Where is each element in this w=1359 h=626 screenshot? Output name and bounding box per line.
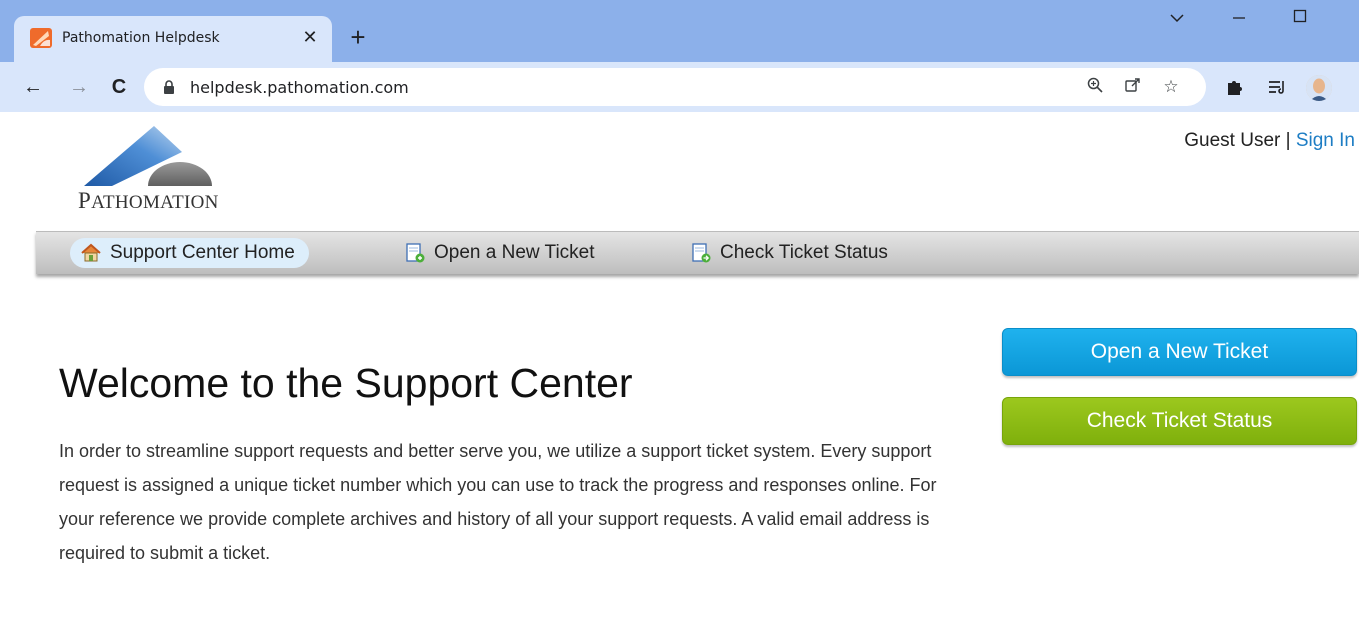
share-icon[interactable] (1122, 76, 1144, 98)
separator: | (1285, 130, 1291, 151)
star-icon[interactable]: ☆ (1160, 76, 1182, 98)
home-icon (80, 243, 102, 263)
ticket-status-icon (690, 243, 712, 263)
intro-paragraph: In order to streamline support requests … (59, 441, 937, 563)
extensions-icon[interactable] (1222, 74, 1248, 100)
open-new-ticket-button[interactable]: Open a New Ticket (1002, 328, 1357, 376)
nav-label: Support Center Home (110, 242, 295, 263)
profile-avatar[interactable] (1306, 75, 1332, 101)
main-nav: Support Center Home Open a New Ticket Ch… (36, 231, 1359, 274)
logo-wordmark: PATHOMATION (78, 188, 219, 213)
back-icon[interactable]: ← (20, 74, 46, 100)
reading-list-icon[interactable] (1264, 74, 1290, 100)
lock-icon[interactable] (162, 79, 176, 95)
page-title: Welcome to the Support Center (59, 360, 633, 406)
reload-icon[interactable]: C (106, 74, 132, 100)
nav-check-ticket-status[interactable]: Check Ticket Status (680, 238, 902, 268)
zoom-icon[interactable] (1084, 76, 1106, 98)
browser-tabstrip: Pathomation Helpdesk ✕ + (0, 0, 1359, 62)
new-ticket-icon (404, 243, 426, 263)
forward-icon[interactable]: → (66, 74, 92, 100)
favicon-icon (30, 28, 52, 48)
nav-label: Check Ticket Status (720, 242, 888, 263)
browser-toolbar: ← → C helpdesk.pathomation.com ☆ (0, 62, 1359, 112)
minimize-icon[interactable] (1226, 4, 1252, 30)
nav-open-new-ticket[interactable]: Open a New Ticket (394, 238, 609, 268)
nav-support-center-home[interactable]: Support Center Home (70, 238, 309, 268)
guest-user-label: Guest User (1184, 130, 1281, 151)
browser-tab[interactable]: Pathomation Helpdesk ✕ (14, 16, 332, 62)
address-bar[interactable]: helpdesk.pathomation.com ☆ (144, 68, 1206, 106)
nav-label: Open a New Ticket (434, 242, 595, 263)
maximize-icon[interactable] (1287, 4, 1313, 30)
new-tab-icon[interactable]: + (344, 24, 372, 52)
tab-title: Pathomation Helpdesk (62, 30, 220, 46)
check-ticket-status-button[interactable]: Check Ticket Status (1002, 397, 1357, 445)
user-area: Guest User | Sign In (1184, 130, 1355, 152)
sign-in-link[interactable]: Sign In (1296, 130, 1355, 151)
url-text[interactable]: helpdesk.pathomation.com (190, 78, 409, 97)
chevron-down-icon[interactable] (1166, 4, 1188, 30)
close-icon[interactable]: ✕ (299, 26, 321, 48)
